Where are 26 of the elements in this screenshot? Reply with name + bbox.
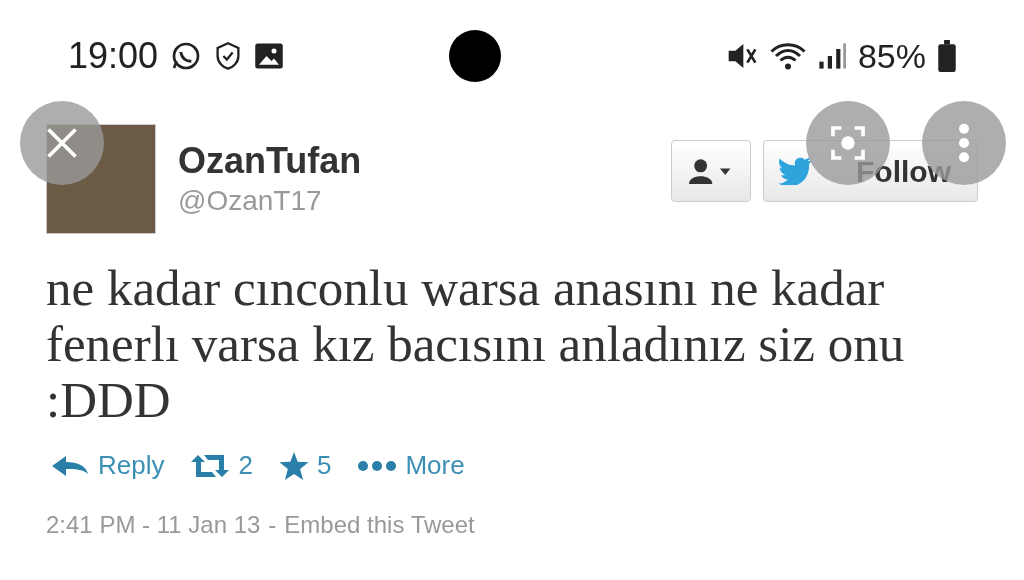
image-icon bbox=[254, 42, 285, 70]
battery-icon bbox=[938, 40, 956, 72]
signal-bars-icon bbox=[817, 42, 846, 70]
bird-icon bbox=[778, 157, 812, 185]
user-handle: @OzanT17 bbox=[178, 184, 323, 218]
clock-time: 19:00 bbox=[68, 34, 159, 78]
dots-icon bbox=[357, 459, 398, 472]
more-link[interactable]: More bbox=[357, 446, 465, 486]
person-caret-icon bbox=[689, 158, 733, 184]
tweet-timestamp: 2:41 PM - 11 Jan 13 bbox=[46, 510, 261, 541]
camera-cutout bbox=[449, 30, 501, 82]
tweet-text: ne kadar cınconlu warsa anasını ne kadar fenerlı varsa kız bacısını anladınız siz onu :DDD bbox=[46, 260, 906, 429]
separator: - bbox=[268, 510, 277, 541]
battery-percent: 85% bbox=[857, 35, 926, 77]
favorite-link[interactable]: 5 bbox=[278, 446, 332, 486]
retweet-link[interactable]: 2 bbox=[190, 446, 253, 486]
wifi-icon bbox=[769, 41, 806, 71]
vertical-dots-icon bbox=[958, 123, 970, 163]
embed-link[interactable]: Embed this Tweet bbox=[284, 507, 475, 544]
reply-link[interactable]: Reply bbox=[50, 446, 165, 486]
display-name: OzanTufan bbox=[178, 139, 362, 183]
user-menu-button[interactable] bbox=[671, 140, 751, 202]
retweet-icon bbox=[190, 452, 231, 479]
shield-check-icon bbox=[214, 41, 243, 71]
star-icon bbox=[278, 451, 309, 480]
reply-arrow-icon bbox=[50, 453, 90, 478]
